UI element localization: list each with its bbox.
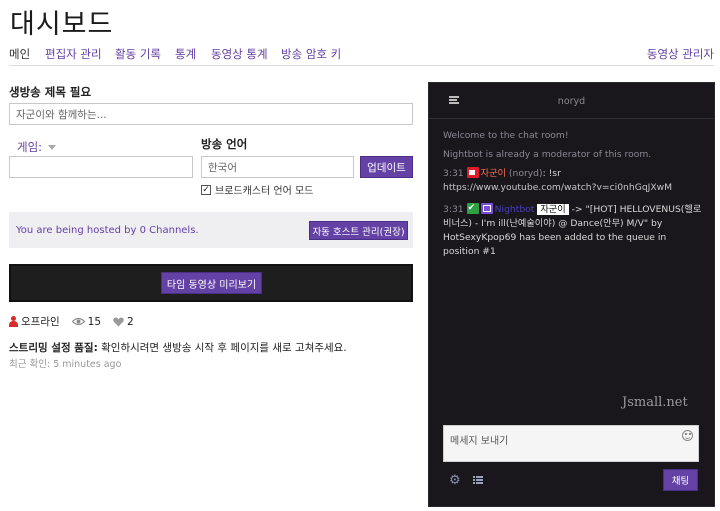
broadcaster-language-label: 브로드캐스터 언어 모드 [215,186,314,197]
chat-messages: Welcome to the chat room! Nightbot is al… [443,129,703,267]
chat-send-button[interactable]: 채팅 [663,469,698,491]
tab-stats[interactable]: 통계 [175,46,196,62]
preview-button[interactable]: 타임 동영상 미리보기 [161,272,262,294]
tab-main[interactable]: 메인 [9,46,30,62]
system-message: Welcome to the chat room! [443,130,569,141]
update-button[interactable]: 업데이트 [360,156,413,178]
tab-video-stats[interactable]: 동영상 통계 [211,46,268,62]
message-user[interactable]: Nightbot [495,204,535,215]
hearts-count: 2 [127,315,134,328]
game-input[interactable] [9,156,193,178]
last-checked: 최근 확인: 5 minutes ago [9,359,122,370]
quality-label: 스트리밍 설정 품질: [9,342,98,354]
hosting-text: You are being hosted by 0 Channels. [16,225,199,236]
language-label: 방송 언어 [201,137,248,151]
broadcaster-badge-icon [466,167,479,178]
eye-icon [71,317,85,326]
heart-icon [113,317,124,326]
broadcaster-language-row: ✓ 브로드캐스터 언어 모드 [201,182,313,197]
watermark: Jsmall.net [622,395,688,410]
video-preview: 타임 동영상 미리보기 [9,264,413,302]
stream-quality: 스트리밍 설정 품질: 확인하시려면 생방송 시작 후 페이지를 새로 고쳐주세… [9,340,347,355]
message-time: 3:31 [443,204,464,215]
chat-message: 3:31 자군이 (noryd): !sr https://www.youtube… [443,167,703,195]
gear-icon[interactable]: ⚙ [449,474,461,487]
title-input[interactable]: 자군이와 함께하는... [9,103,413,125]
game-label-text: 게임: [17,140,43,154]
message-mention: 자군이 [537,204,569,215]
broadcaster-language-checkbox[interactable]: ✓ [201,184,211,195]
status-stat: 오프라인 [9,314,60,329]
message-text: : !sr [542,168,561,179]
hosting-panel: You are being hosted by 0 Channels. 자동 호… [9,212,413,248]
chat-header: noryd [429,83,714,119]
tab-editors[interactable]: 편집자 관리 [45,46,102,62]
message-time: 3:31 [443,168,464,179]
game-label[interactable]: 게임: [17,139,57,155]
moderator-badge-icon [466,201,479,215]
chat-input[interactable]: 메세지 보내기 [443,425,699,462]
chat-panel: noryd Welcome to the chat room! Nightbot… [428,82,715,507]
auto-host-button[interactable]: 자동 호스트 관리(권장) [309,221,408,240]
message-user-tag: (noryd) [506,168,543,179]
chevron-down-icon [48,144,57,150]
tab-activity[interactable]: 활동 기록 [115,46,161,62]
page-title: 대시보드 [10,9,114,40]
viewers-count: 15 [87,315,102,328]
person-icon [9,316,18,327]
hearts-stat: 2 [113,316,134,328]
list-icon[interactable] [473,476,483,485]
smile-icon[interactable] [682,430,693,441]
tab-stream-key[interactable]: 방송 암호 키 [281,46,341,62]
quality-text: 확인하시려면 생방송 시작 후 페이지를 새로 고쳐주세요. [97,342,347,354]
bot-badge-icon [480,203,493,214]
viewers-stat: 15 [71,315,102,328]
chat-channel: noryd [557,96,586,107]
dashboard-tabs: 메인 편집자 관리 활동 기록 통계 동영상 통계 방송 암호 키 동영상 관리… [9,46,714,66]
title-label: 생방송 제목 필요 [9,85,92,99]
message-user[interactable]: 자군이 [481,168,506,179]
stream-stats: 오프라인 15 2 [9,314,146,329]
system-message: Nightbot is already a moderator of this … [443,149,652,160]
chat-input-placeholder: 메세지 보내기 [450,436,509,447]
chat-message: 3:31Nightbot 자군이 -> "[HOT] HELLOVENUS(헬로… [443,201,703,259]
message-link[interactable]: https://www.youtube.com/watch?v=ci0nhGqJ… [443,182,672,193]
video-manager-link[interactable]: 동영상 관리자 [647,46,714,62]
status-text: 오프라인 [21,316,60,328]
language-select[interactable]: 한국어 [201,156,354,178]
